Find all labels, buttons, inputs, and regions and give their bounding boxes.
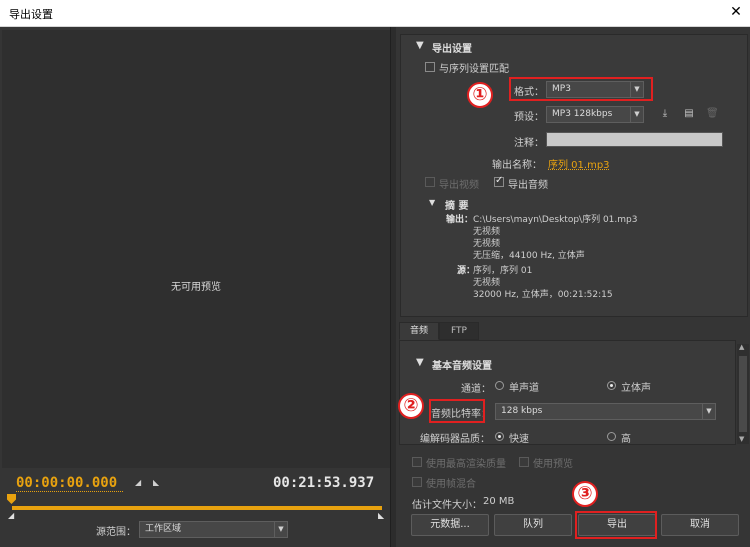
max-render-quality-checkbox[interactable]: [412, 457, 422, 467]
audio-section-title: 基本音频设置: [432, 361, 492, 372]
summary-output-lines: C:\Users\mayn\Desktop\序列 01.mp3 无视频 无视频 …: [473, 214, 637, 262]
cancel-button[interactable]: 取消: [661, 514, 739, 536]
timecode-in[interactable]: 00:00:00.000: [16, 475, 117, 491]
highlight-box-format: [509, 77, 653, 101]
bitrate-dropdown[interactable]: 128 kbps ▼: [495, 403, 716, 420]
timecode-underline: [16, 491, 123, 492]
preset-value: MP3 128kbps: [552, 109, 613, 119]
source-range-dropdown[interactable]: 工作区域 ▼: [139, 521, 288, 538]
summary-title: 摘 要: [445, 201, 469, 212]
in-point-marker-icon[interactable]: ◢: [8, 511, 14, 520]
match-sequence-label: 与序列设置匹配: [439, 64, 509, 75]
high-radio[interactable]: [607, 432, 616, 441]
codec-quality-label: 编解码器品质：: [420, 434, 490, 445]
summary-source-line: 32000 Hz, 立体声，00:21:52:15: [473, 290, 613, 300]
use-preview-label: 使用预览: [533, 459, 573, 470]
no-preview-text: 无可用预览: [171, 282, 221, 293]
fast-label: 快速: [509, 434, 529, 445]
close-icon[interactable]: ✕: [728, 3, 744, 21]
source-range-label: 源范围：: [96, 527, 136, 538]
highlight-box-export: [575, 511, 657, 539]
summary-output-line: 无视频: [473, 239, 501, 249]
file-size-label: 估计文件大小：: [412, 500, 482, 511]
summary-source-line: 无视频: [473, 278, 501, 288]
chevron-down-icon: ▼: [274, 522, 287, 537]
export-settings-title: 导出设置: [432, 44, 472, 55]
tab-ftp[interactable]: FTP: [439, 322, 479, 340]
mono-label: 单声道: [509, 383, 539, 394]
summary-source-lines: 序列，序列 01 无视频 32000 Hz, 立体声，00:21:52:15: [473, 265, 613, 301]
annotation-number-1: ①: [467, 82, 493, 108]
chevron-down-icon: ▼: [630, 107, 643, 122]
triangle-down-icon[interactable]: ▼: [416, 357, 424, 368]
set-in-point-icon[interactable]: ◢: [135, 478, 141, 487]
file-size-value: 20 MB: [483, 496, 515, 507]
channels-label: 通道：: [461, 384, 491, 395]
metadata-button[interactable]: 元数据...: [411, 514, 489, 536]
summary-source-line: 序列，序列 01: [473, 266, 533, 276]
annotation-number-3: ③: [572, 481, 598, 507]
use-preview-checkbox[interactable]: [519, 457, 529, 467]
high-label: 高: [621, 434, 631, 445]
preset-dropdown[interactable]: MP3 128kbps ▼: [546, 106, 644, 123]
triangle-down-icon[interactable]: ▼: [429, 198, 435, 207]
triangle-down-icon[interactable]: ▼: [416, 40, 424, 51]
scroll-thumb[interactable]: [739, 356, 747, 432]
export-video-checkbox[interactable]: [425, 177, 435, 187]
set-out-point-icon[interactable]: ◣: [153, 478, 159, 487]
output-name-label: 输出名称：: [492, 160, 542, 171]
comments-input[interactable]: [546, 132, 723, 147]
annotation-number-2: ②: [398, 393, 424, 419]
fast-radio[interactable]: [495, 432, 504, 441]
timeline-bar[interactable]: [12, 506, 382, 510]
summary-output-line: 无压缩，44100 Hz, 立体声: [473, 251, 585, 261]
frame-blending-checkbox[interactable]: [412, 477, 422, 487]
preset-label: 预设：: [514, 112, 544, 123]
trash-icon[interactable]: 🗑: [706, 108, 719, 120]
folder-icon[interactable]: ▤: [683, 108, 695, 120]
window-title: 导出设置: [9, 8, 53, 21]
bitrate-value: 128 kbps: [501, 406, 543, 416]
preview-area: 无可用预览: [2, 30, 390, 468]
timecode-out: 00:21:53.937: [273, 475, 375, 491]
summary-output-line: 无视频: [473, 227, 501, 237]
title-bar: 导出设置 ✕: [0, 0, 750, 27]
export-audio-checkbox[interactable]: [494, 175, 504, 187]
queue-button[interactable]: 队列: [494, 514, 572, 536]
export-video-label: 导出视频: [439, 180, 479, 191]
tab-audio[interactable]: 音频: [399, 322, 439, 340]
scroll-up-icon[interactable]: ▲: [739, 343, 744, 351]
summary-output-label: 输出：: [446, 215, 474, 225]
stereo-radio[interactable]: [607, 381, 616, 390]
comments-label: 注释：: [514, 138, 544, 149]
download-icon[interactable]: ⤓: [659, 108, 671, 120]
export-audio-label: 导出音频: [508, 180, 548, 191]
summary-output-line: C:\Users\mayn\Desktop\序列 01.mp3: [473, 215, 638, 225]
source-range-value: 工作区域: [145, 524, 182, 534]
frame-blending-label: 使用帧混合: [426, 479, 476, 490]
chevron-down-icon: ▼: [702, 404, 715, 419]
output-name-link[interactable]: 序列 01.mp3: [548, 156, 610, 171]
match-sequence-checkbox[interactable]: [425, 62, 435, 72]
max-render-quality-label: 使用最高渲染质量: [426, 459, 506, 470]
stereo-label: 立体声: [621, 383, 651, 394]
highlight-box-bitrate: [429, 399, 485, 423]
out-point-marker-icon[interactable]: ◣: [378, 511, 384, 520]
mono-radio[interactable]: [495, 381, 504, 390]
scroll-down-icon[interactable]: ▼: [739, 435, 744, 443]
